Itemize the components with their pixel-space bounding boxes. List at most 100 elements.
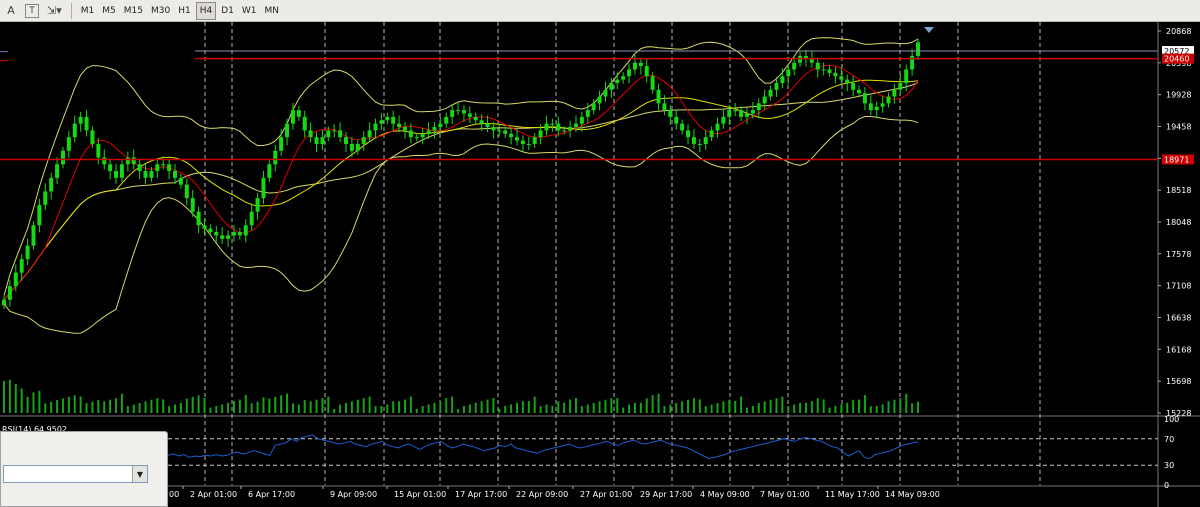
candle-body xyxy=(279,137,284,151)
candle-body xyxy=(709,130,714,138)
candle-body xyxy=(562,130,567,132)
time-label: 6 Apr 17:00 xyxy=(248,490,295,499)
axis-tick-label: 19458 xyxy=(1166,123,1191,132)
candle-body xyxy=(349,143,354,151)
candle-body xyxy=(904,69,909,84)
middle-band xyxy=(3,79,919,301)
candle-body xyxy=(178,177,183,185)
candle-body xyxy=(338,130,343,138)
timeframe-w1-button[interactable]: W1 xyxy=(239,2,260,20)
candle-body xyxy=(627,69,632,77)
candle-body xyxy=(96,143,101,158)
candle-body xyxy=(479,120,484,124)
candle-body xyxy=(515,137,520,141)
candle-body xyxy=(644,66,649,77)
horizontal-lines[interactable] xyxy=(0,50,1158,161)
candle-body xyxy=(367,130,372,138)
axis-tick-label: 16638 xyxy=(1166,314,1191,323)
candle-body xyxy=(25,245,30,260)
candle-body xyxy=(326,130,331,138)
candle-body xyxy=(733,110,738,112)
candle-body xyxy=(780,76,785,84)
shift-marker-icon[interactable] xyxy=(924,27,934,33)
candle-body xyxy=(408,130,413,138)
candle-body xyxy=(332,130,337,132)
candle-body xyxy=(273,150,278,165)
candle-body xyxy=(739,110,744,117)
rsi-axis-label: 100 xyxy=(1164,415,1179,424)
candle-body xyxy=(2,299,6,306)
timeframe-m30-button[interactable]: M30 xyxy=(148,2,173,20)
candle-body xyxy=(744,113,749,117)
timeframe-h4-button[interactable]: H4 xyxy=(195,1,217,20)
timeframe-h1-button[interactable]: H1 xyxy=(175,2,194,20)
candle-body xyxy=(762,96,767,104)
candle-body xyxy=(862,93,867,104)
candlesticks xyxy=(2,38,920,310)
candle-body xyxy=(638,62,643,67)
candle-body xyxy=(119,164,124,178)
candle-body xyxy=(72,123,77,138)
candle-body xyxy=(78,116,83,124)
chevron-down-icon[interactable]: ▼ xyxy=(132,466,147,482)
arrows-tool-icon[interactable]: ⇲▾ xyxy=(44,2,65,20)
candle-body xyxy=(49,177,54,192)
timeframe-mn-button[interactable]: MN xyxy=(261,2,282,20)
candle-body xyxy=(809,59,814,63)
candle-body xyxy=(815,62,820,70)
candle-body xyxy=(503,130,508,134)
candle-body xyxy=(851,83,856,90)
timeframe-m15-button[interactable]: M15 xyxy=(121,2,146,20)
candle-body xyxy=(173,171,178,178)
symbol-select[interactable]: ▼ xyxy=(3,465,148,483)
candle-body xyxy=(656,89,661,104)
text-tool-icon[interactable]: A xyxy=(2,2,20,20)
candle-body xyxy=(450,110,455,117)
candle-body xyxy=(668,110,673,117)
candle-body xyxy=(385,116,390,121)
timeframe-m5-button[interactable]: M5 xyxy=(99,2,119,20)
candle-body xyxy=(379,120,384,124)
candle-body xyxy=(66,137,71,151)
candle-body xyxy=(497,130,502,132)
candle-body xyxy=(650,76,655,90)
candle-body xyxy=(161,164,166,166)
candle-body xyxy=(214,232,219,236)
candle-body xyxy=(868,103,873,111)
candle-body xyxy=(267,164,272,178)
candle-body xyxy=(355,143,360,151)
candle-body xyxy=(420,133,425,138)
candle-body xyxy=(774,83,779,90)
candle-body xyxy=(473,116,478,121)
time-label: 9 Apr 09:00 xyxy=(330,490,377,499)
candle-body xyxy=(184,184,189,199)
candle-body xyxy=(792,62,797,70)
candle-body xyxy=(568,127,573,131)
candle-body xyxy=(344,137,349,144)
text-label-tool-button[interactable]: T xyxy=(22,2,42,20)
candle-body xyxy=(125,157,130,165)
candle-body xyxy=(7,286,12,300)
rsi-axis-label: 30 xyxy=(1164,461,1174,470)
axis-tick-label: 17578 xyxy=(1166,250,1191,259)
candle-body xyxy=(55,164,60,178)
candle-body xyxy=(255,198,260,212)
candle-body xyxy=(833,72,838,77)
candle-body xyxy=(296,110,301,117)
candle-body xyxy=(892,89,897,97)
timeframe-d1-button[interactable]: D1 xyxy=(218,2,237,20)
candle-body xyxy=(414,137,419,139)
candle-body xyxy=(609,83,614,90)
candle-body xyxy=(857,89,862,94)
candle-body xyxy=(231,232,236,236)
candle-body xyxy=(60,150,65,165)
timeframe-m1-button[interactable]: M1 xyxy=(78,2,98,20)
candle-body xyxy=(285,123,290,138)
candle-body xyxy=(621,76,626,80)
price-chart[interactable]: 2086820398199281945818988185181804817578… xyxy=(0,22,1200,507)
candle-body xyxy=(137,164,142,172)
candle-body xyxy=(102,157,107,165)
candle-body xyxy=(290,110,295,124)
candle-body xyxy=(249,211,254,226)
axis-tick-label: 17108 xyxy=(1166,282,1191,291)
